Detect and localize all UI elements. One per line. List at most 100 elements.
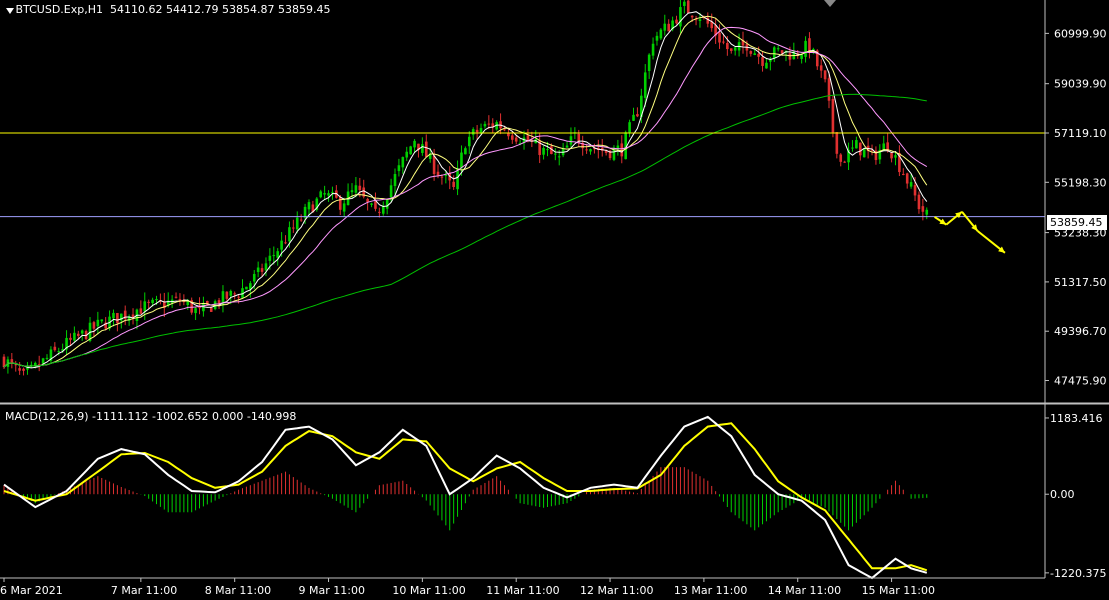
- candle-body: [378, 211, 381, 213]
- time-tick-label: 10 Mar 11:00: [392, 584, 465, 597]
- candle-body: [667, 23, 670, 32]
- candle-body: [819, 65, 823, 71]
- candle-body: [354, 185, 358, 193]
- candle-body: [229, 290, 233, 296]
- candle-body: [487, 123, 491, 125]
- price-tick-label: 57119.10: [1054, 127, 1107, 140]
- candle-body: [467, 136, 471, 147]
- candle-body: [460, 152, 463, 169]
- candle-body: [147, 301, 150, 303]
- candle-body: [151, 299, 154, 304]
- candle-body: [299, 219, 303, 221]
- candle-body: [76, 333, 80, 336]
- candle-body: [245, 286, 248, 290]
- candle-body: [295, 217, 299, 230]
- candle-body: [827, 78, 831, 101]
- candle-body: [421, 144, 424, 153]
- shift-marker-icon[interactable]: [824, 0, 836, 7]
- candle-body: [636, 114, 639, 117]
- candle-body: [319, 191, 323, 198]
- candle-body: [393, 174, 397, 187]
- candle-body: [409, 146, 412, 155]
- time-tick-label: 7 Mar 11:00: [111, 584, 177, 597]
- candle-body: [917, 194, 921, 210]
- candle-body: [690, 15, 694, 18]
- candle-body: [925, 209, 929, 215]
- sma-long-line: [3, 93, 927, 368]
- candle-body: [729, 48, 733, 51]
- candle-body: [139, 308, 143, 314]
- candle-body: [22, 368, 25, 371]
- candle-body: [155, 298, 158, 300]
- candle-body: [96, 319, 100, 327]
- macd-tick-label: -1220.375: [1050, 567, 1106, 580]
- candle-body: [776, 48, 780, 50]
- candle-body: [194, 308, 197, 314]
- candle-body: [585, 149, 588, 151]
- moving-averages: [3, 11, 928, 369]
- time-tick-label: 12 Mar 11:00: [580, 584, 653, 597]
- candle-body: [839, 154, 843, 162]
- candle-body: [862, 148, 866, 158]
- candle-body: [452, 181, 455, 188]
- candle-body: [288, 227, 291, 242]
- candle-body: [546, 149, 549, 151]
- candle-body: [569, 136, 573, 145]
- price-tick-label: 59039.90: [1054, 78, 1107, 91]
- symbol-label: BTCUSD.Exp,H1: [15, 3, 104, 16]
- candle-body: [10, 359, 14, 363]
- candle-body: [350, 190, 354, 193]
- candle-body: [565, 145, 569, 148]
- candle-body: [260, 268, 264, 272]
- candle-body: [511, 135, 514, 140]
- candle-body: [284, 242, 287, 244]
- candle-body: [80, 330, 84, 334]
- time-tick-label: 6 Mar 2021: [0, 584, 63, 597]
- candle-body: [628, 122, 631, 133]
- candle-body: [370, 203, 373, 205]
- candle-body: [280, 240, 283, 250]
- candle-body: [342, 203, 346, 212]
- candle-body: [366, 198, 369, 202]
- candle-body: [557, 156, 561, 158]
- candle-body: [831, 99, 835, 133]
- candle-body: [18, 368, 21, 371]
- candle-body: [186, 301, 190, 305]
- candle-body: [440, 176, 444, 178]
- candle-body: [804, 40, 807, 57]
- candle-body: [788, 53, 792, 60]
- candle-body: [471, 129, 475, 135]
- candle-body: [663, 23, 667, 31]
- candle-body: [503, 129, 506, 131]
- time-tick-label: 14 Mar 11:00: [768, 584, 841, 597]
- candle-body: [174, 296, 178, 298]
- price-tick-label: 51317.50: [1054, 276, 1107, 289]
- candle-body: [73, 332, 76, 341]
- candle-body: [69, 337, 72, 340]
- candle-body: [436, 171, 440, 176]
- macd-header: MACD(12,26,9) -1111.112 -1002.652 0.000 …: [5, 410, 297, 423]
- candle-body: [800, 54, 803, 59]
- candle-body: [675, 19, 678, 24]
- candle-body: [225, 291, 229, 299]
- candle-body: [843, 161, 846, 163]
- price-tick-label: 49396.70: [1054, 325, 1107, 338]
- candle-body: [413, 140, 416, 148]
- candle-body: [726, 42, 729, 50]
- candle-body: [464, 148, 467, 155]
- candle-body: [890, 152, 893, 159]
- candle-body: [116, 312, 119, 324]
- candle-body: [757, 53, 760, 57]
- candle-body: [256, 267, 260, 273]
- time-tick-label: 11 Mar 11:00: [486, 584, 559, 597]
- candle-body: [765, 62, 768, 69]
- candle-body: [647, 54, 651, 71]
- candle-body: [651, 43, 655, 56]
- candle-body: [514, 137, 518, 142]
- candle-body: [405, 151, 409, 158]
- candle-body: [542, 148, 545, 155]
- candle-body: [722, 41, 725, 43]
- candle-body: [589, 149, 592, 152]
- projection-arrow: [934, 210, 1006, 254]
- macd-panel: [3, 415, 928, 580]
